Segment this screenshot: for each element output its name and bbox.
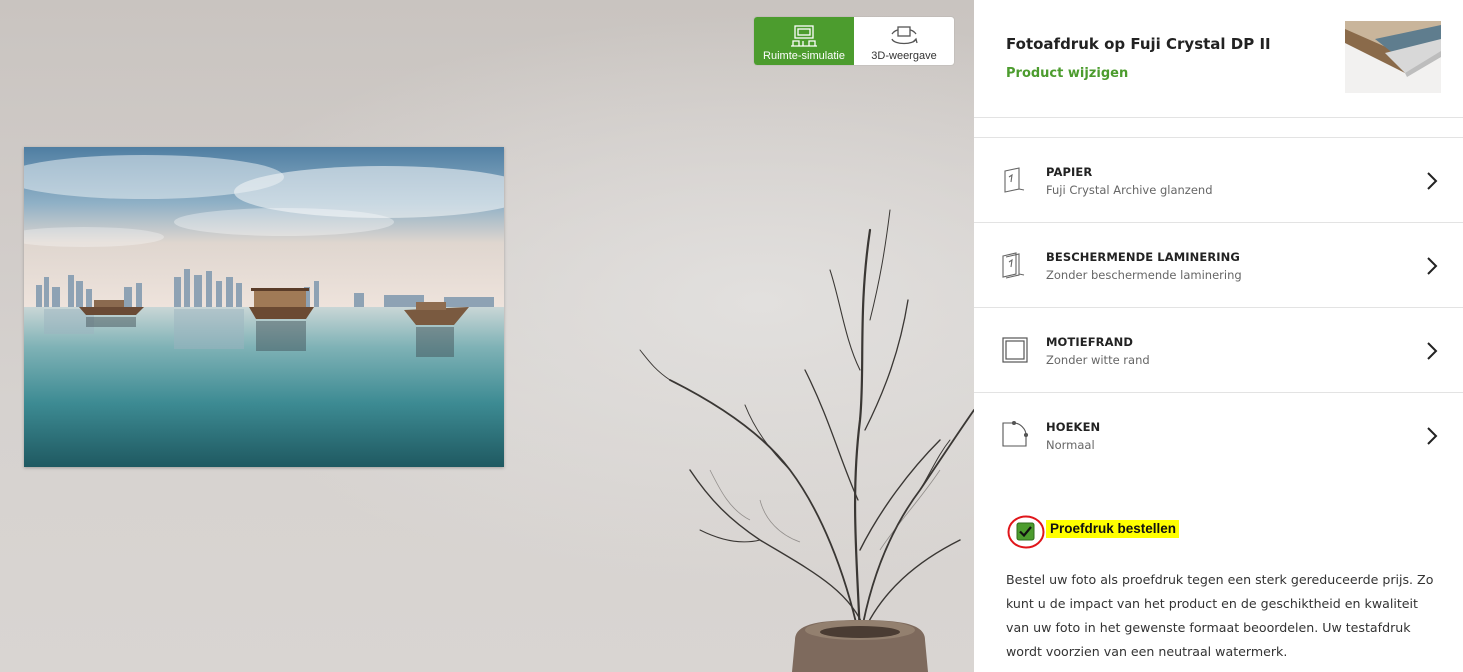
plant-vase-decoration: [639, 209, 974, 672]
corner-icon: [1000, 420, 1030, 450]
chevron-right-icon: [1425, 171, 1439, 191]
product-title: Fotoafdruk op Fuji Crystal DP II: [1006, 35, 1271, 53]
border-frame-icon: [1000, 335, 1030, 365]
option-border-value: Zonder witte rand: [1046, 353, 1150, 367]
proof-print-checkbox[interactable]: [1007, 515, 1045, 549]
3d-view-label: 3D-weergave: [871, 50, 937, 62]
option-paper[interactable]: PAPIER Fuji Crystal Archive glanzend: [974, 137, 1463, 222]
option-corners[interactable]: HOEKEN Normaal: [974, 392, 1463, 477]
product-config-panel: Fotoafdruk op Fuji Crystal DP II Product…: [974, 0, 1463, 672]
chevron-right-icon: [1425, 426, 1439, 446]
room-simulation-icon: [789, 23, 819, 49]
chevron-right-icon: [1425, 341, 1439, 361]
paper-icon: [1000, 165, 1030, 195]
option-lamination-value: Zonder beschermende laminering: [1046, 268, 1242, 282]
option-lamination[interactable]: BESCHERMENDE LAMINERING Zonder bescherme…: [974, 222, 1463, 307]
option-corners-title: HOEKEN: [1046, 420, 1101, 434]
photo-preview: [24, 147, 504, 467]
room-simulation-view: Ruimte-simulatie 3D-weergave: [0, 0, 974, 672]
option-border[interactable]: MOTIEFRAND Zonder witte rand: [974, 307, 1463, 392]
3d-view-button[interactable]: 3D-weergave: [854, 17, 954, 65]
option-border-title: MOTIEFRAND: [1046, 335, 1133, 349]
product-header: Fotoafdruk op Fuji Crystal DP II Product…: [974, 0, 1463, 118]
proof-print-label[interactable]: Proefdruk bestellen: [1046, 520, 1180, 538]
lamination-icon: [1000, 250, 1030, 280]
option-paper-value: Fuji Crystal Archive glanzend: [1046, 183, 1213, 197]
room-simulation-label: Ruimte-simulatie: [763, 50, 845, 62]
room-simulation-button[interactable]: Ruimte-simulatie: [754, 17, 854, 65]
view-mode-toggle: Ruimte-simulatie 3D-weergave: [754, 17, 954, 65]
proof-print-description: Bestel uw foto als proefdruk tegen een s…: [1006, 572, 1434, 659]
product-thumbnail: [1345, 21, 1441, 93]
option-lamination-title: BESCHERMENDE LAMINERING: [1046, 250, 1240, 264]
option-paper-title: PAPIER: [1046, 165, 1093, 179]
3d-rotate-icon: [889, 23, 919, 49]
proof-print-section: Bestel uw foto als proefdruk tegen een s…: [974, 478, 1463, 672]
option-corners-value: Normaal: [1046, 438, 1095, 452]
change-product-link[interactable]: Product wijzigen: [1006, 66, 1128, 81]
chevron-right-icon: [1425, 256, 1439, 276]
